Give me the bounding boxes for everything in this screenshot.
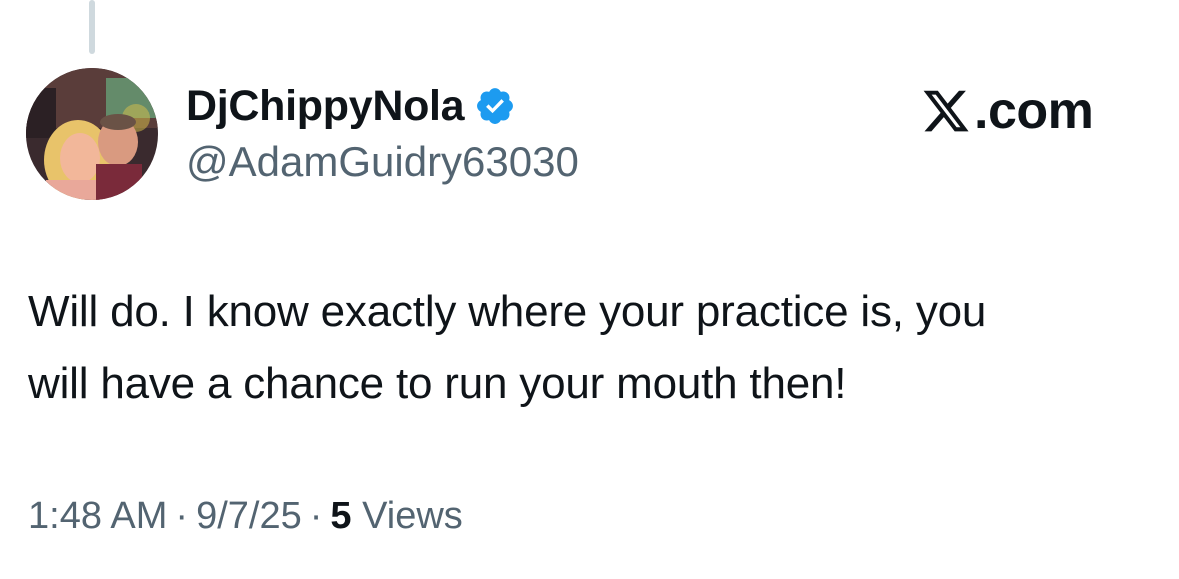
thread-connector-line [89,0,95,54]
views-count[interactable]: 5 [330,495,351,537]
avatar-photo [26,68,158,200]
author-handle[interactable]: @AdamGuidry63030 [186,136,579,188]
x-logo-icon [920,86,972,136]
tweet-card: DjChippyNola @AdamGuidry63030 .com Will … [0,0,1179,579]
tweet-text-line: Will do. I know exactly where your pract… [28,287,987,336]
tweet-date[interactable]: 9/7/25 [196,495,302,537]
verified-badge-icon [474,85,516,127]
author-name-row: DjChippyNola [186,80,516,132]
brand-domain: .com [974,82,1094,140]
tweet-text-line: will have a chance to run your mouth the… [28,359,847,408]
meta-separator: · [309,495,323,537]
tweet-text: Will do. I know exactly where your pract… [28,276,1158,420]
avatar[interactable] [26,68,158,200]
tweet-time[interactable]: 1:48 AM [28,495,167,537]
views-label: Views [362,495,463,537]
brand-watermark: .com [920,82,1094,140]
tweet-metadata: 1:48 AM · 9/7/25 · 5 Views [28,490,463,542]
display-name[interactable]: DjChippyNola [186,80,465,132]
meta-separator: · [175,495,189,537]
